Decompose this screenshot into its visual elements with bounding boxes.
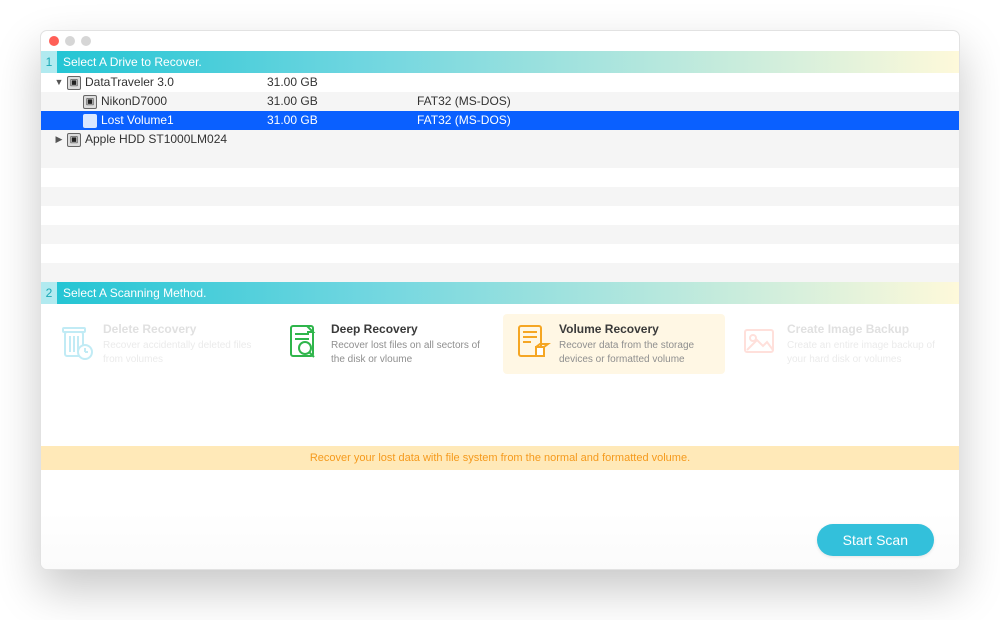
method-delete-recovery[interactable]: Delete Recovery Recover accidentally del… <box>47 314 269 374</box>
drive-size: 31.00 GB <box>267 73 417 92</box>
method-desc: Recover lost files on all sectors of the… <box>331 339 489 366</box>
method-deep-recovery[interactable]: Deep Recovery Recover lost files on all … <box>275 314 497 374</box>
drive-list-empty-rows <box>41 149 959 282</box>
scanning-methods: Delete Recovery Recover accidentally del… <box>41 304 959 470</box>
image-icon <box>739 322 779 362</box>
drive-name: Lost Volume1 <box>101 111 174 130</box>
minimize-dot[interactable] <box>65 36 75 46</box>
usb-drive-icon: ▣ <box>67 76 81 90</box>
document-box-icon <box>511 322 551 362</box>
drive-row-volume[interactable]: ▣ NikonD7000 31.00 GB FAT32 (MS-DOS) <box>41 92 959 111</box>
drive-row-volume-selected[interactable]: Lost Volume1 31.00 GB FAT32 (MS-DOS) <box>41 111 959 130</box>
drive-row-disk[interactable]: ▼ ▣ DataTraveler 3.0 31.00 GB <box>41 73 959 92</box>
drive-name: NikonD7000 <box>101 92 167 111</box>
drive-size: 31.00 GB <box>267 111 417 130</box>
drive-size: 31.00 GB <box>267 92 417 111</box>
method-volume-recovery[interactable]: Volume Recovery Recover data from the st… <box>503 314 725 374</box>
method-desc: Recover accidentally deleted files from … <box>103 339 261 366</box>
drive-fs: FAT32 (MS-DOS) <box>417 111 959 130</box>
method-desc: Recover data from the storage devices or… <box>559 339 717 366</box>
zoom-dot[interactable] <box>81 36 91 46</box>
section2-number: 2 <box>41 282 57 304</box>
hint-text: Recover your lost data with file system … <box>310 452 690 464</box>
method-title: Create Image Backup <box>787 322 945 336</box>
section1-header: 1 Select A Drive to Recover. <box>41 51 959 73</box>
section2-header: 2 Select A Scanning Method. <box>41 282 959 304</box>
method-title: Deep Recovery <box>331 322 489 336</box>
drive-name: Apple HDD ST1000LM024 <box>85 130 227 149</box>
document-search-icon <box>283 322 323 362</box>
app-window: 1 Select A Drive to Recover. ▼ ▣ DataTra… <box>40 30 960 570</box>
hint-bar: Recover your lost data with file system … <box>41 446 959 470</box>
volume-icon: ▣ <box>83 95 97 109</box>
method-create-image-backup[interactable]: Create Image Backup Create an entire ima… <box>731 314 953 374</box>
footer: Start Scan <box>41 511 959 569</box>
method-title: Delete Recovery <box>103 322 261 336</box>
section2-title: Select A Scanning Method. <box>63 286 206 300</box>
start-scan-button[interactable]: Start Scan <box>817 524 934 556</box>
trash-clock-icon <box>55 322 95 362</box>
drive-name: DataTraveler 3.0 <box>85 73 174 92</box>
method-title: Volume Recovery <box>559 322 717 336</box>
hdd-drive-icon: ▣ <box>67 133 81 147</box>
section1-title: Select A Drive to Recover. <box>63 55 202 69</box>
drive-row-disk[interactable]: ▶ ▣ Apple HDD ST1000LM024 <box>41 130 959 149</box>
method-desc: Create an entire image backup of your ha… <box>787 339 945 366</box>
section1-number: 1 <box>41 51 57 73</box>
drive-fs: FAT32 (MS-DOS) <box>417 92 959 111</box>
close-dot[interactable] <box>49 36 59 46</box>
lost-volume-icon <box>83 114 97 128</box>
caret-right-icon[interactable]: ▶ <box>51 130 67 149</box>
caret-down-icon[interactable]: ▼ <box>51 73 67 92</box>
drive-list: ▼ ▣ DataTraveler 3.0 31.00 GB ▣ NikonD70… <box>41 73 959 282</box>
titlebar <box>41 31 959 51</box>
